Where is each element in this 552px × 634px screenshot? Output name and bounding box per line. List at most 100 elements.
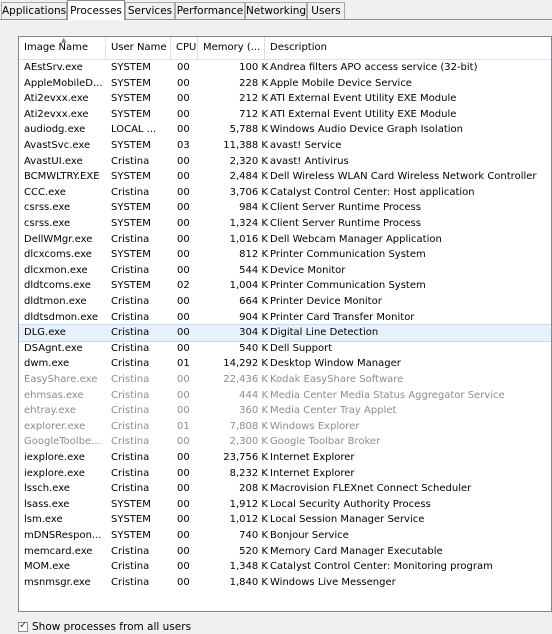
table-row[interactable]: dldtcoms.exe SYSTEM 02 1,004 K Printer Commu… [19,278,551,294]
process-user-name: Cristina [111,327,150,339]
process-user-name: SYSTEM [111,62,151,73]
process-image-name: AEstSrv.exe [24,62,83,73]
process-memory: 1,912 K [229,498,268,510]
table-row[interactable]: EasyShare.exe Cristina 00 22,436 K Kodak Eas… [19,372,551,388]
process-cpu: 00 [177,545,190,557]
tab-users[interactable]: Users [307,2,345,19]
table-row[interactable]: mDNSRespon... SYSTEM 00 740 K Bonjour Servic… [19,528,551,544]
process-cpu: 02 [177,280,190,292]
table-row[interactable]: CCC.exe Cristina 00 3,706 K Catalyst Control… [19,185,551,201]
table-row[interactable]: ehtray.exe Cristina 00 360 K Media Center Tr… [19,403,551,419]
table-row[interactable]: DellWMgr.exe Cristina 00 1,016 K Dell Webcam… [19,232,551,248]
process-description: Local Security Authority Process [270,498,431,510]
process-cpu: 00 [177,452,190,463]
process-memory: 360 K [239,405,268,417]
process-description: Dell Wireless WLAN Card Wireless Network… [270,171,537,183]
column-memory-label: Memory (... [203,42,261,53]
table-row[interactable]: DSAgnt.exe Cristina 00 540 K Dell Support [19,341,551,357]
tab-networking[interactable]: Networking [245,2,307,19]
table-row[interactable]: BCMWLTRY.EXE SYSTEM 00 2,484 K Dell Wireless… [19,169,551,185]
table-row[interactable]: dwm.exe Cristina 01 14,292 K Desktop Window … [19,356,551,372]
table-row[interactable]: memcard.exe Cristina 00 520 K Memory Card Ma… [19,544,551,560]
process-cpu: 00 [177,514,190,526]
column-memory[interactable]: Memory (... [198,37,265,59]
process-description: Client Server Runtime Process [270,202,421,214]
process-image-name: memcard.exe [24,545,93,557]
column-user-name-label: User Name [111,42,167,53]
column-user-name[interactable]: User Name [106,37,171,59]
process-user-name: SYSTEM [111,202,151,214]
process-user-name: Cristina [111,296,150,307]
process-image-name: ehmsas.exe [24,389,84,401]
table-row[interactable]: msnmsgr.exe Cristina 00 1,840 K Windows Live… [19,575,551,591]
table-row[interactable]: dlcxcoms.exe SYSTEM 00 812 K Printer Communi… [19,247,551,263]
process-image-name: iexplore.exe [24,467,85,479]
table-row[interactable]: MOM.exe Cristina 00 1,348 K Catalyst Control… [19,559,551,575]
tab-performance[interactable]: Performance [175,2,245,19]
process-image-name: MOM.exe [24,561,71,573]
process-memory: 2,320 K [229,155,268,167]
process-image-name: dldtsdmon.exe [24,311,99,323]
tab-processes[interactable]: Processes [67,0,125,20]
table-row[interactable]: ehmsas.exe Cristina 00 444 K Media Center Me… [19,388,551,404]
table-row[interactable]: dlcxmon.exe Cristina 00 544 K Device Monitor [19,263,551,279]
table-row[interactable]: GoogleToolbe... Cristina 00 2,300 K Google T… [19,434,551,450]
process-user-name: SYSTEM [111,249,151,261]
process-description: Media Center Tray Applet [270,405,397,417]
table-row[interactable]: DLG.exe Cristina 00 304 K Digital Line Detec… [19,324,551,342]
column-description[interactable]: Description [265,37,551,59]
process-user-name: Cristina [111,311,150,323]
table-row[interactable]: lsass.exe SYSTEM 00 1,912 K Local Security A… [19,497,551,513]
table-row[interactable]: explorer.exe Cristina 01 7,808 K Windows Exp… [19,419,551,435]
process-description: Dell Support [270,342,333,354]
process-image-name: DSAgnt.exe [24,342,83,354]
tab-services[interactable]: Services [125,2,175,19]
column-cpu[interactable]: CPU [171,37,198,59]
table-row[interactable]: audiodg.exe LOCAL ... 00 5,788 K Windows Aud… [19,122,551,138]
process-user-name: Cristina [111,405,150,417]
table-row[interactable]: dldtsdmon.exe Cristina 00 904 K Printer Card… [19,310,551,326]
table-row[interactable]: csrss.exe SYSTEM 00 984 K Client Server Runt… [19,200,551,216]
processes-panel: ▲ Image Name User Name CPU Memory (... D… [0,19,552,633]
table-row[interactable]: csrss.exe SYSTEM 00 1,324 K Client Server Ru… [19,216,551,232]
process-user-name: Cristina [111,389,150,401]
process-user-name: Cristina [111,374,150,385]
process-user-name: SYSTEM [111,93,151,105]
process-memory: 904 K [239,311,268,323]
process-memory: 2,300 K [229,436,268,448]
process-image-name: dwm.exe [24,358,70,370]
table-row[interactable]: AvastUI.exe Cristina 00 2,320 Kavast! Antiv… [19,154,551,170]
process-memory: 712 K [239,108,268,120]
process-cpu: 00 [177,124,190,136]
process-memory: 1,324 K [229,218,268,229]
show-all-users-option[interactable]: ✓ Show processes from all users [18,620,191,634]
process-description: Andrea filters APO access service (32-bi… [270,62,478,73]
show-all-users-checkbox[interactable]: ✓ [18,620,28,632]
table-row[interactable]: lssch.exe Cristina 00 208 K Macrovision FLEX… [19,481,551,497]
process-user-name: Cristina [111,420,150,432]
process-user-name: Cristina [111,576,150,588]
process-image-name: ehtray.exe [24,405,77,417]
process-memory: 7,808 K [229,420,268,432]
column-image-name[interactable]: ▲ Image Name [19,37,106,59]
table-row[interactable]: Ati2evxx.exe SYSTEM 00 712 K ATI External Ev… [19,107,551,123]
table-row[interactable]: iexplore.exe Cristina 00 23,756 K Internet E… [19,450,551,466]
table-row[interactable]: dldtmon.exe Cristina 00 664 K Printer Device… [19,294,551,310]
process-user-name: SYSTEM [111,171,151,183]
table-row[interactable]: Ati2evxx.exe SYSTEM 00 212 K ATI External Ev… [19,91,551,107]
process-description: ATI External Event Utility EXE Module [270,108,457,120]
process-cpu: 03 [177,140,190,151]
table-row[interactable]: lsm.exe SYSTEM 00 1,012 K Local Session Mana… [19,512,551,528]
process-memory: 228 K [239,77,268,89]
process-memory: 544 K [239,264,268,276]
process-cpu: 00 [177,561,190,573]
table-row[interactable]: iexplore.exe Cristina 00 8,232 K Internet Ex… [19,466,551,482]
table-row[interactable]: AppleMobileD... SYSTEM 00 228 K Apple Mobile… [19,76,551,92]
process-user-name: Cristina [111,233,150,245]
table-row[interactable]: AvastSvc.exe SYSTEM 03 11,388 Kavast! Servi… [19,138,551,154]
tab-applications[interactable]: Applications [1,2,67,19]
process-list[interactable]: ▲ Image Name User Name CPU Memory (... D… [18,36,552,612]
process-cpu: 00 [177,233,190,245]
process-memory: 100 K [239,62,268,73]
table-row[interactable]: AEstSrv.exe SYSTEM 00 100 K Andrea filters A… [19,60,551,76]
